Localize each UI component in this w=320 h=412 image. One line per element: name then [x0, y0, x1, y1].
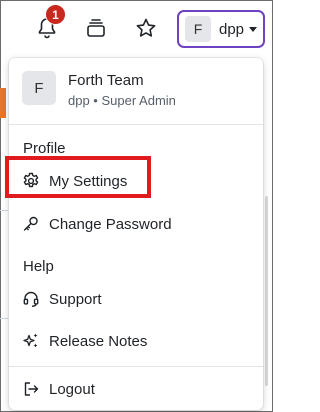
release-notes-item[interactable]: Release Notes	[9, 324, 263, 358]
my-settings-label: My Settings	[49, 172, 128, 190]
divider	[9, 124, 263, 125]
section-label-profile: Profile	[23, 140, 66, 157]
stack-button[interactable]	[78, 10, 114, 46]
user-dropdown-menu: F Forth Team dpp • Super Admin Profile M…	[9, 58, 263, 410]
change-password-label: Change Password	[49, 215, 172, 233]
caret-down-icon	[249, 26, 258, 32]
background-divider	[0, 210, 8, 211]
notification-badge: 1	[45, 4, 66, 25]
section-label-help: Help	[23, 258, 54, 275]
logout-label: Logout	[49, 380, 95, 398]
logout-icon	[21, 379, 41, 399]
star-icon	[135, 17, 157, 39]
gear-icon	[21, 171, 41, 191]
background-divider	[0, 318, 8, 319]
avatar: F	[185, 16, 211, 42]
user-menu-button[interactable]: F dpp	[177, 10, 265, 48]
username-label: dpp	[219, 20, 245, 38]
user-role: dpp • Super Admin	[68, 93, 176, 108]
support-label: Support	[49, 290, 102, 308]
sparkles-icon	[21, 331, 41, 351]
my-settings-item[interactable]: My Settings	[9, 164, 263, 198]
support-item[interactable]: Support	[9, 282, 263, 316]
background-accent	[0, 88, 6, 118]
stack-icon	[85, 17, 107, 39]
divider	[9, 366, 263, 367]
user-summary: F Forth Team dpp • Super Admin	[22, 71, 176, 109]
favorites-button[interactable]	[128, 10, 164, 46]
notifications-button[interactable]: 1	[29, 4, 66, 46]
logout-item[interactable]: Logout	[9, 372, 263, 406]
key-icon	[21, 214, 41, 234]
headset-icon	[21, 289, 41, 309]
change-password-item[interactable]: Change Password	[9, 207, 263, 241]
release-notes-label: Release Notes	[49, 332, 148, 350]
user-name: Forth Team	[68, 72, 144, 89]
avatar: F	[22, 71, 56, 105]
page-scrollbar[interactable]	[265, 196, 268, 386]
